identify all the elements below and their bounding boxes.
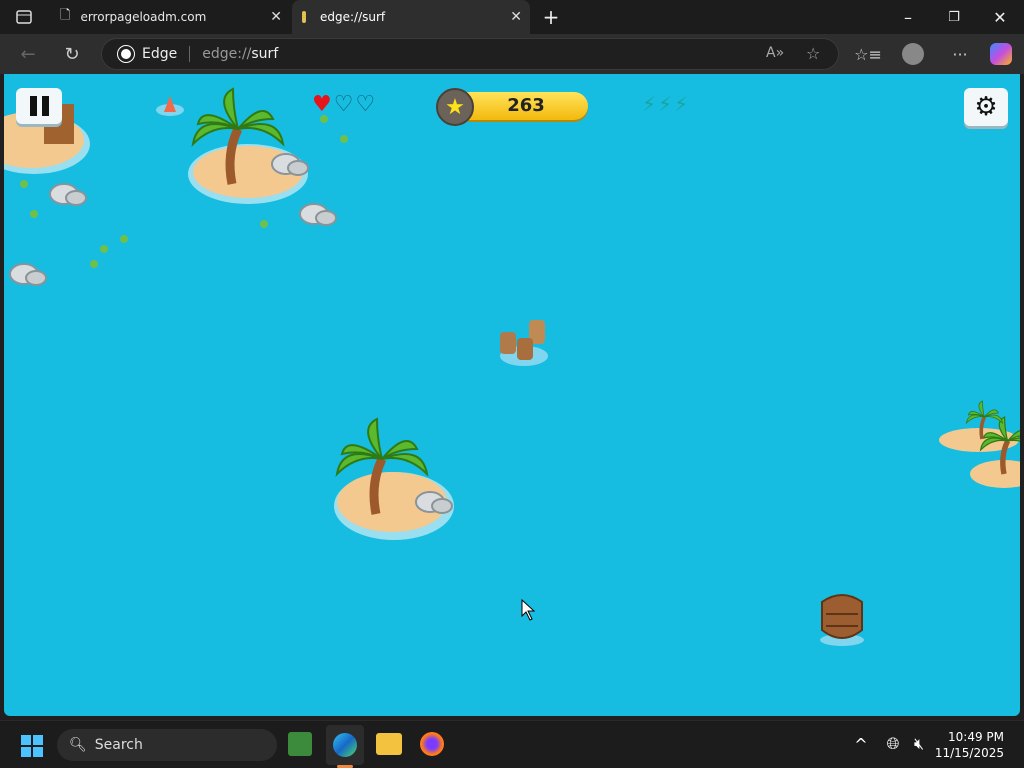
read-aloud-icon[interactable]: A» bbox=[766, 45, 784, 61]
show-hidden-icons-chevron-icon[interactable]: ^ bbox=[852, 735, 870, 754]
barrels-obstacle bbox=[500, 320, 548, 366]
date: 11/15/2025 bbox=[934, 746, 1004, 760]
mouse-cursor-icon bbox=[521, 598, 536, 621]
close-tab-icon[interactable]: ✕ bbox=[510, 9, 522, 25]
close-window-icon[interactable]: ✕ bbox=[990, 8, 1010, 27]
settings-button[interactable]: ⚙ bbox=[964, 88, 1008, 126]
heart-empty-icon: ♡ bbox=[355, 92, 376, 117]
lightning-boost-icon: ⚡︎ bbox=[642, 92, 657, 116]
search-placeholder: Search bbox=[94, 737, 143, 753]
taskbar: 🔍︎ Search ^ 🌐︎ 🔇︎ 10:49 PM 11/15/2025 bbox=[0, 720, 1024, 768]
address-bar[interactable]: Edge edge://surf A» ☆ bbox=[101, 38, 839, 70]
restore-icon[interactable]: ❐ bbox=[944, 8, 964, 26]
tab-bar: 🗋 errorpageloadm.com ✕ edge://surf ✕ + –… bbox=[0, 0, 1024, 34]
tab-actions-icon[interactable] bbox=[14, 8, 34, 26]
minimize-icon[interactable]: – bbox=[898, 8, 918, 27]
toolbar: ← ↻ Edge edge://surf A» ☆ ☆≡ ··· bbox=[0, 34, 1024, 74]
pause-button[interactable] bbox=[16, 88, 62, 124]
lives-hearts: ♥ ♡ ♡ bbox=[312, 94, 375, 116]
search-icon: 🔍︎ bbox=[69, 737, 87, 753]
clock[interactable]: 10:49 PM 11/15/2025 bbox=[935, 729, 1004, 761]
edge-taskbar-icon[interactable] bbox=[326, 725, 364, 765]
app-chart-icon[interactable] bbox=[288, 732, 312, 756]
taskbar-search[interactable]: 🔍︎ Search bbox=[57, 729, 277, 761]
back-icon[interactable]: ← bbox=[16, 44, 40, 65]
edge-logo-icon bbox=[118, 46, 134, 62]
close-tab-icon[interactable]: ✕ bbox=[270, 9, 282, 25]
file-explorer-icon[interactable] bbox=[376, 733, 402, 755]
copilot-icon[interactable] bbox=[990, 43, 1012, 65]
profile-avatar-icon[interactable] bbox=[902, 43, 924, 65]
firefox-icon[interactable] bbox=[420, 732, 444, 756]
page-error-icon: 🗋 bbox=[60, 8, 71, 23]
time: 10:49 PM bbox=[948, 730, 1004, 744]
game-canvas[interactable]: ♥ ♡ ♡ ★ 263 ⚡︎ ⚡︎ ⚡︎ ⚙ bbox=[4, 74, 1020, 716]
url-prefix: edge:// bbox=[202, 46, 252, 62]
island-top-left bbox=[188, 89, 309, 204]
lightning-boost-icon: ⚡︎ bbox=[658, 92, 673, 116]
site-label: Edge bbox=[142, 46, 178, 62]
player-boat bbox=[820, 594, 864, 646]
divider bbox=[189, 46, 191, 62]
tab-label: edge://surf bbox=[320, 10, 386, 24]
score-display: ★ 263 bbox=[436, 88, 588, 126]
volume-muted-icon[interactable]: 🔇︎ bbox=[910, 734, 928, 753]
star-icon: ★ bbox=[436, 88, 474, 126]
surf-favicon-icon bbox=[302, 11, 306, 23]
refresh-icon[interactable]: ↻ bbox=[60, 44, 84, 65]
favorite-star-icon[interactable]: ☆ bbox=[806, 44, 820, 63]
island-right bbox=[939, 399, 1020, 488]
lightning-boost-icon: ⚡︎ bbox=[674, 92, 689, 116]
network-icon[interactable]: 🌐︎ bbox=[884, 734, 902, 753]
tab-errorpageloadm[interactable]: 🗋 errorpageloadm.com ✕ bbox=[52, 0, 290, 34]
gear-icon: ⚙ bbox=[974, 92, 998, 122]
ocean-scene bbox=[4, 74, 1020, 646]
tab-label: errorpageloadm.com bbox=[80, 10, 207, 24]
pause-icon bbox=[29, 96, 49, 116]
buoy bbox=[156, 96, 184, 116]
boosts: ⚡︎ ⚡︎ ⚡︎ bbox=[642, 92, 688, 116]
rocks bbox=[9, 183, 337, 286]
heart-empty-icon: ♡ bbox=[333, 92, 354, 117]
score-value: 263 bbox=[507, 95, 545, 116]
tab-surf[interactable]: edge://surf ✕ bbox=[292, 0, 530, 34]
heart-full-icon: ♥ bbox=[312, 92, 332, 117]
new-tab-icon[interactable]: + bbox=[540, 5, 562, 29]
more-menu-icon[interactable]: ··· bbox=[948, 44, 972, 64]
url-main: surf bbox=[251, 46, 279, 62]
island-center bbox=[334, 419, 454, 540]
windows-start-icon[interactable] bbox=[20, 734, 44, 758]
favorites-icon[interactable]: ☆≡ bbox=[854, 44, 882, 64]
